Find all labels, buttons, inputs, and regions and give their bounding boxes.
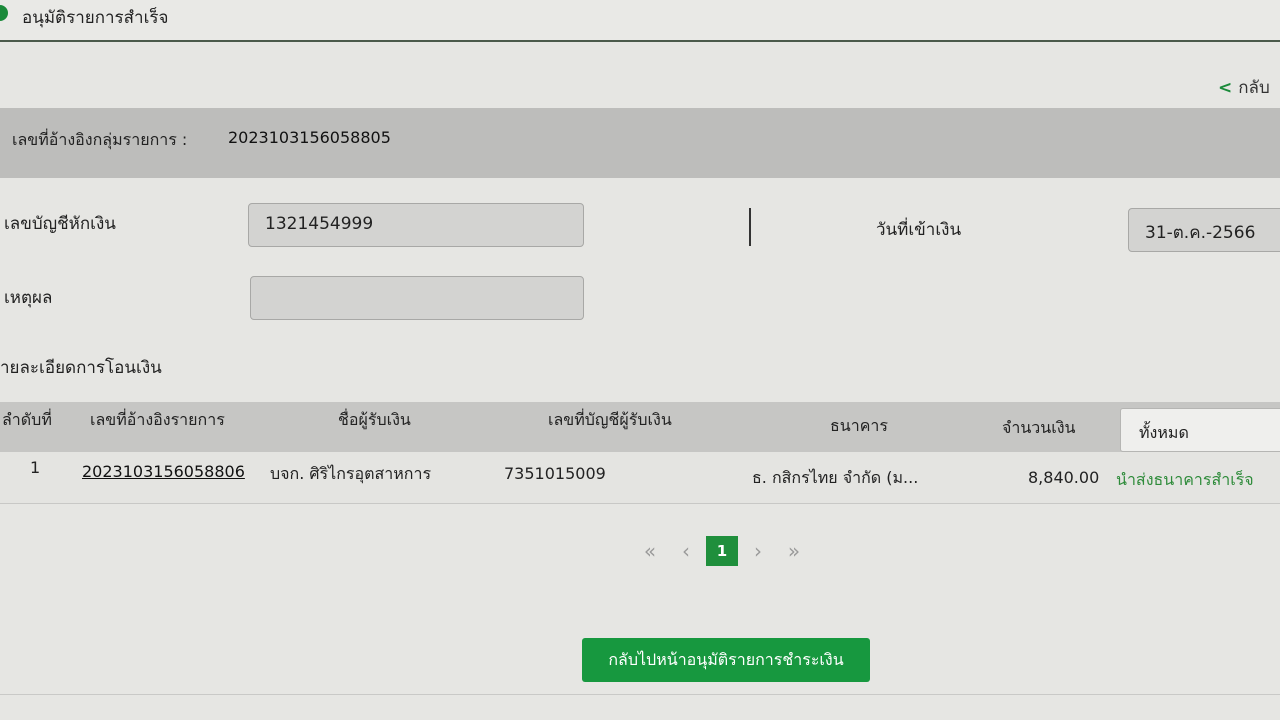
back-link[interactable]: < กลับ bbox=[1218, 74, 1270, 101]
chevron-left-icon: < bbox=[1218, 78, 1233, 98]
success-check-icon bbox=[0, 5, 8, 21]
page-title: อนุมัติรายการสำเร็จ bbox=[22, 8, 169, 28]
credit-date-label: วันที่เข้าเงิน bbox=[876, 220, 962, 240]
reason-field[interactable] bbox=[250, 276, 584, 320]
group-reference-bar: เลขที่อ้างอิงกลุ่มรายการ : 2023103156058… bbox=[0, 108, 1280, 178]
table-header: ลำดับที่ เลขที่อ้างอิงรายการ ชื่อผู้รับเ… bbox=[0, 402, 1280, 452]
group-ref-value: 2023103156058805 bbox=[228, 128, 391, 147]
group-ref-label: เลขที่อ้างอิงกลุ่มรายการ : bbox=[12, 130, 188, 149]
cell-ref-link[interactable]: 2023103156058806 bbox=[82, 462, 245, 481]
prev-page-icon[interactable]: ‹ bbox=[672, 536, 700, 566]
debit-account-field[interactable]: 1321454999 bbox=[248, 203, 584, 247]
field-divider bbox=[749, 208, 751, 246]
cell-payee: บจก. ศิริไกรอุตสาหการ bbox=[270, 464, 432, 483]
table-row: 1 2023103156058806 บจก. ศิริไกรอุตสาหการ… bbox=[0, 452, 1280, 504]
page-header: อนุมัติรายการสำเร็จ bbox=[0, 0, 1280, 42]
col-account: เลขที่บัญชีผู้รับเงิน bbox=[548, 410, 672, 429]
col-amount: จำนวนเงิน bbox=[1002, 418, 1076, 437]
cell-status: นำส่งธนาคารสำเร็จ bbox=[1116, 470, 1254, 489]
status-filter-select[interactable]: ทั้งหมด bbox=[1120, 408, 1280, 452]
col-bank: ธนาคาร bbox=[830, 416, 888, 435]
col-payee: ชื่อผู้รับเงิน bbox=[338, 410, 411, 429]
cell-account: 7351015009 bbox=[504, 464, 606, 483]
last-page-icon[interactable]: » bbox=[780, 536, 808, 566]
back-to-approval-button[interactable]: กลับไปหน้าอนุมัติรายการชำระเงิน bbox=[582, 638, 870, 682]
credit-date-field[interactable]: 31-ต.ค.-2566 bbox=[1128, 208, 1280, 252]
cell-bank: ธ. กสิกรไทย จำกัด (ม... bbox=[752, 468, 919, 487]
debit-account-label: เลขบัญชีหักเงิน bbox=[4, 214, 116, 234]
reason-label: เหตุผล bbox=[4, 288, 53, 308]
cell-seq: 1 bbox=[30, 458, 41, 477]
footer-divider bbox=[0, 694, 1280, 695]
transfer-details-title: ายละเอียดการโอนเงิน bbox=[0, 358, 162, 378]
next-page-icon[interactable]: › bbox=[744, 536, 772, 566]
cell-amount: 8,840.00 bbox=[1028, 468, 1100, 487]
first-page-icon[interactable]: « bbox=[636, 536, 664, 566]
page-1-button[interactable]: 1 bbox=[706, 536, 738, 566]
col-ref: เลขที่อ้างอิงรายการ bbox=[90, 410, 225, 429]
col-seq: ลำดับที่ bbox=[2, 410, 52, 429]
back-link-label: กลับ bbox=[1238, 78, 1270, 98]
